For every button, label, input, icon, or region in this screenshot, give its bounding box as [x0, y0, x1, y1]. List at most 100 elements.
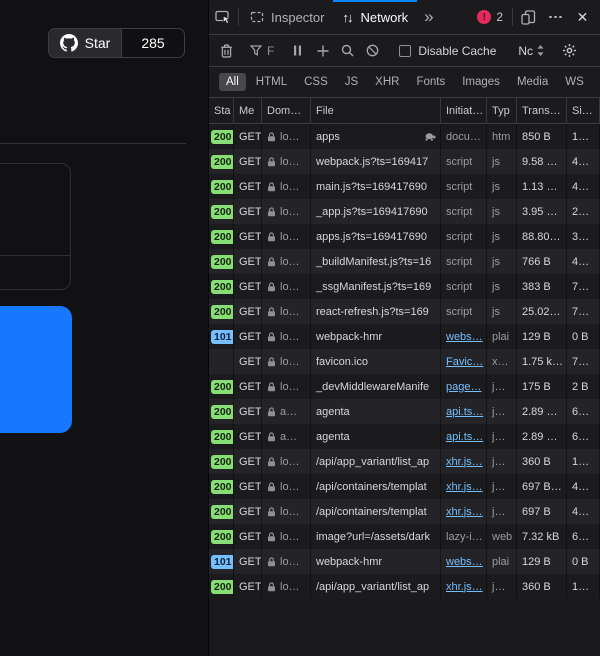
type-cell: j…	[487, 374, 517, 399]
column-header[interactable]: Si…	[567, 98, 600, 123]
responsive-mode-button[interactable]	[515, 0, 542, 34]
lock-icon	[267, 382, 276, 392]
type-cell: js	[487, 199, 517, 224]
new-request-button[interactable]	[310, 39, 335, 63]
column-header[interactable]: Sta	[209, 98, 234, 123]
request-row[interactable]: 200GETlo…_app.js?ts=169417690scriptjs3.9…	[209, 199, 600, 224]
status-badge: 200	[211, 580, 234, 594]
column-header[interactable]: File	[311, 98, 441, 123]
type-cell: js	[487, 174, 517, 199]
primary-blue-panel[interactable]	[0, 306, 72, 433]
type-cell: j…	[487, 449, 517, 474]
network-toolbar: F	[209, 35, 600, 67]
initiator-cell: xhr.js…	[441, 474, 487, 499]
status-badge: 200	[211, 530, 234, 544]
domain-cell: lo…	[262, 449, 311, 474]
column-header[interactable]: Me	[234, 98, 262, 123]
request-row[interactable]: 200GETlo…appsdocu…htm850 B1…	[209, 124, 600, 149]
column-header[interactable]: Trans…	[517, 98, 567, 123]
method-cell: GET	[234, 299, 262, 324]
clear-requests-button[interactable]	[214, 39, 239, 63]
request-row[interactable]: 200GETlo…/api/containers/templatxhr.js…j…	[209, 499, 600, 524]
file-cell: /api/containers/templat	[311, 499, 441, 524]
throttling-select[interactable]: Nc	[510, 44, 552, 58]
status-cell: 101	[209, 549, 234, 574]
request-list: 200GETlo…appsdocu…htm850 B1…200GETlo…web…	[209, 124, 600, 656]
request-row[interactable]: 200GETlo…webpack.js?ts=169417scriptjs9.5…	[209, 149, 600, 174]
file-cell: _devMiddlewareManife	[311, 374, 441, 399]
request-row[interactable]: 200GETlo…main.js?ts=169417690scriptjs1.1…	[209, 174, 600, 199]
request-blocking-button[interactable]	[360, 39, 385, 63]
initiator-cell: script	[441, 199, 487, 224]
request-row[interactable]: 200GETa…agentaapi.ts…j…2.89 …6…	[209, 399, 600, 424]
filter-urls-input[interactable]: F	[244, 44, 280, 58]
tab-inspector[interactable]: Inspector	[241, 0, 333, 34]
domain-cell: lo…	[262, 474, 311, 499]
error-count-badge[interactable]: ! 2	[470, 0, 510, 34]
column-header[interactable]: Dom…	[262, 98, 311, 123]
lock-icon	[267, 357, 276, 367]
initiator-cell: api.ts…	[441, 424, 487, 449]
initiator-cell: script	[441, 224, 487, 249]
devtools-menu-button[interactable]	[542, 0, 569, 34]
initiator-cell: script	[441, 299, 487, 324]
github-star-button[interactable]: Star 285	[48, 28, 185, 58]
filter-html[interactable]: HTML	[249, 73, 294, 91]
throttling-value: Nc	[518, 44, 533, 58]
filter-ws[interactable]: WS	[558, 73, 591, 91]
request-row[interactable]: 200GETlo…_devMiddlewareManifepage…j…175 …	[209, 374, 600, 399]
initiator-cell: webs…	[441, 549, 487, 574]
request-row[interactable]: 200GETlo…apps.js?ts=169417690scriptjs88.…	[209, 224, 600, 249]
network-settings-button[interactable]	[557, 39, 582, 63]
method-cell: GET	[234, 349, 262, 374]
request-row[interactable]: 200GETlo…image?url=/assets/darklazy-i…we…	[209, 524, 600, 549]
tab-network[interactable]: ↑↓ Network	[333, 0, 417, 34]
filter-all[interactable]: All	[219, 73, 246, 91]
transferred-cell: 9.58 …	[517, 149, 567, 174]
domain-cell: a…	[262, 424, 311, 449]
filter-xhr[interactable]: XHR	[368, 73, 406, 91]
request-row[interactable]: 200GETa…agentaapi.ts…j…2.89 …6…	[209, 424, 600, 449]
type-cell: js	[487, 224, 517, 249]
request-row[interactable]: 101GETlo…webpack-hmrwebs…plai129 B0 B	[209, 549, 600, 574]
size-cell: 4…	[567, 249, 600, 274]
file-cell: image?url=/assets/dark	[311, 524, 441, 549]
lock-icon	[267, 232, 276, 242]
transferred-cell: 129 B	[517, 549, 567, 574]
column-header[interactable]: Initiat…	[441, 98, 487, 123]
more-tabs-chevron[interactable]: »	[417, 0, 440, 34]
domain-cell: lo…	[262, 549, 311, 574]
filter-media[interactable]: Media	[510, 73, 555, 91]
filter-placeholder: F	[267, 44, 274, 58]
request-row[interactable]: GETlo…favicon.icoFavic…x…1.75 k…7…	[209, 349, 600, 374]
screen: Star 285 Inspector	[0, 0, 600, 656]
lock-icon	[267, 507, 276, 517]
filter-images[interactable]: Images	[455, 73, 507, 91]
disable-cache-checkbox[interactable]: Disable Cache	[390, 44, 505, 58]
column-header[interactable]: Typ	[487, 98, 517, 123]
request-row[interactable]: 200GETlo…react-refresh.js?ts=169scriptjs…	[209, 299, 600, 324]
filter-css[interactable]: CSS	[297, 73, 335, 91]
filter-js[interactable]: JS	[338, 73, 365, 91]
search-button[interactable]	[335, 39, 360, 63]
type-cell: js	[487, 274, 517, 299]
request-row[interactable]: 200GETlo…_ssgManifest.js?ts=169scriptjs3…	[209, 274, 600, 299]
filter-ot[interactable]: Ot	[594, 73, 600, 91]
element-picker-button[interactable]	[209, 0, 236, 34]
request-row[interactable]: 101GETlo…webpack-hmrwebs…plai129 B0 B	[209, 324, 600, 349]
request-row[interactable]: 200GETlo…/api/app_variant/list_apxhr.js……	[209, 574, 600, 599]
element-picker-icon	[215, 10, 231, 25]
status-badge: 200	[211, 130, 234, 144]
transferred-cell: 360 B	[517, 574, 567, 599]
status-cell: 200	[209, 224, 234, 249]
file-cell: _buildManifest.js?ts=16	[311, 249, 441, 274]
filter-fonts[interactable]: Fonts	[409, 73, 452, 91]
file-cell: agenta	[311, 424, 441, 449]
github-star-left[interactable]: Star	[49, 29, 122, 57]
request-row[interactable]: 200GETlo…/api/containers/templatxhr.js…j…	[209, 474, 600, 499]
request-row[interactable]: 200GETlo…/api/app_variant/list_apxhr.js……	[209, 449, 600, 474]
size-cell: 6…	[567, 424, 600, 449]
pause-log-button[interactable]	[285, 39, 310, 63]
close-devtools-button[interactable]: ✕	[569, 0, 596, 34]
request-row[interactable]: 200GETlo…_buildManifest.js?ts=16scriptjs…	[209, 249, 600, 274]
